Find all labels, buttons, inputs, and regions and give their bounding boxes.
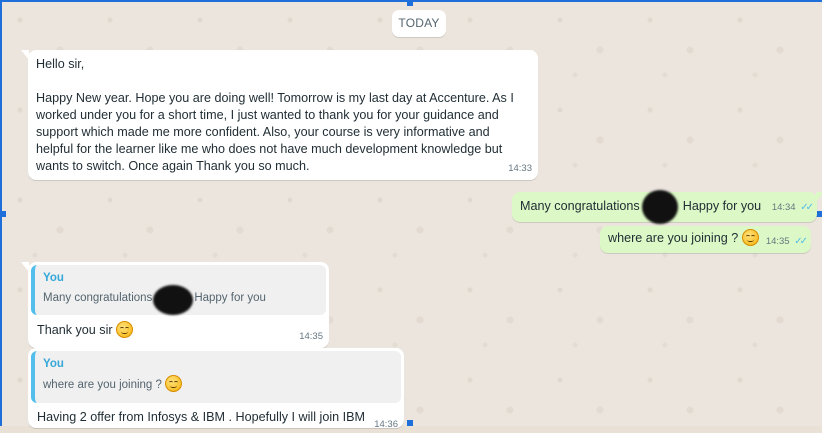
message-text: Thank you sir [37, 323, 113, 337]
quote-text: where are you joining ? [43, 375, 393, 394]
message-time: 14:35 [299, 331, 323, 342]
selection-handle-bottom[interactable] [407, 420, 413, 426]
read-receipt-icon: ✓✓ [800, 202, 814, 213]
quote-author: You [43, 272, 64, 284]
bubble-tail [816, 192, 822, 202]
smiling-face-emoji-icon [165, 375, 183, 392]
message-time: 14:35 [765, 236, 790, 247]
incoming-reply-message[interactable]: You where are you joining ? Having 2 off… [28, 348, 404, 430]
bubble-tail [21, 50, 29, 60]
outgoing-message[interactable]: where are you joining ? 14:35 ✓✓ [600, 226, 811, 253]
quoted-message[interactable]: You Many congratulations Happy for you [31, 265, 326, 315]
message-time: 14:34 [771, 202, 796, 213]
message-time: 14:36 [374, 419, 398, 430]
message-text: where are you joining ? [608, 231, 739, 245]
redaction-mark [642, 190, 678, 224]
message-text-part: Many congratulations [520, 199, 640, 213]
message-text-part: Happy for you [682, 199, 762, 213]
bubble-tail [21, 262, 29, 272]
smiling-face-emoji-icon [116, 321, 134, 338]
quoted-message[interactable]: You where are you joining ? [31, 351, 401, 403]
message-text: Hello sir, Happy New year. Hope you are … [36, 57, 514, 173]
quote-author: You [43, 358, 64, 370]
redaction-mark [153, 285, 193, 315]
read-receipt-icon: ✓✓ [794, 236, 808, 247]
incoming-reply-message[interactable]: You Many congratulations Happy for you Th… [21, 262, 329, 348]
outgoing-message[interactable]: Many congratulations Happy for you 14:34… [512, 190, 822, 224]
date-divider: TODAY [392, 10, 446, 37]
selection-handle-left[interactable] [0, 211, 6, 217]
message-time: 14:33 [508, 163, 532, 174]
selection-handle-top[interactable] [407, 0, 413, 6]
smiling-face-emoji-icon [741, 229, 759, 246]
incoming-message[interactable]: Hello sir, Happy New year. Hope you are … [21, 50, 538, 180]
message-text: Having 2 offer from Infosys & IBM . Hope… [37, 410, 366, 424]
